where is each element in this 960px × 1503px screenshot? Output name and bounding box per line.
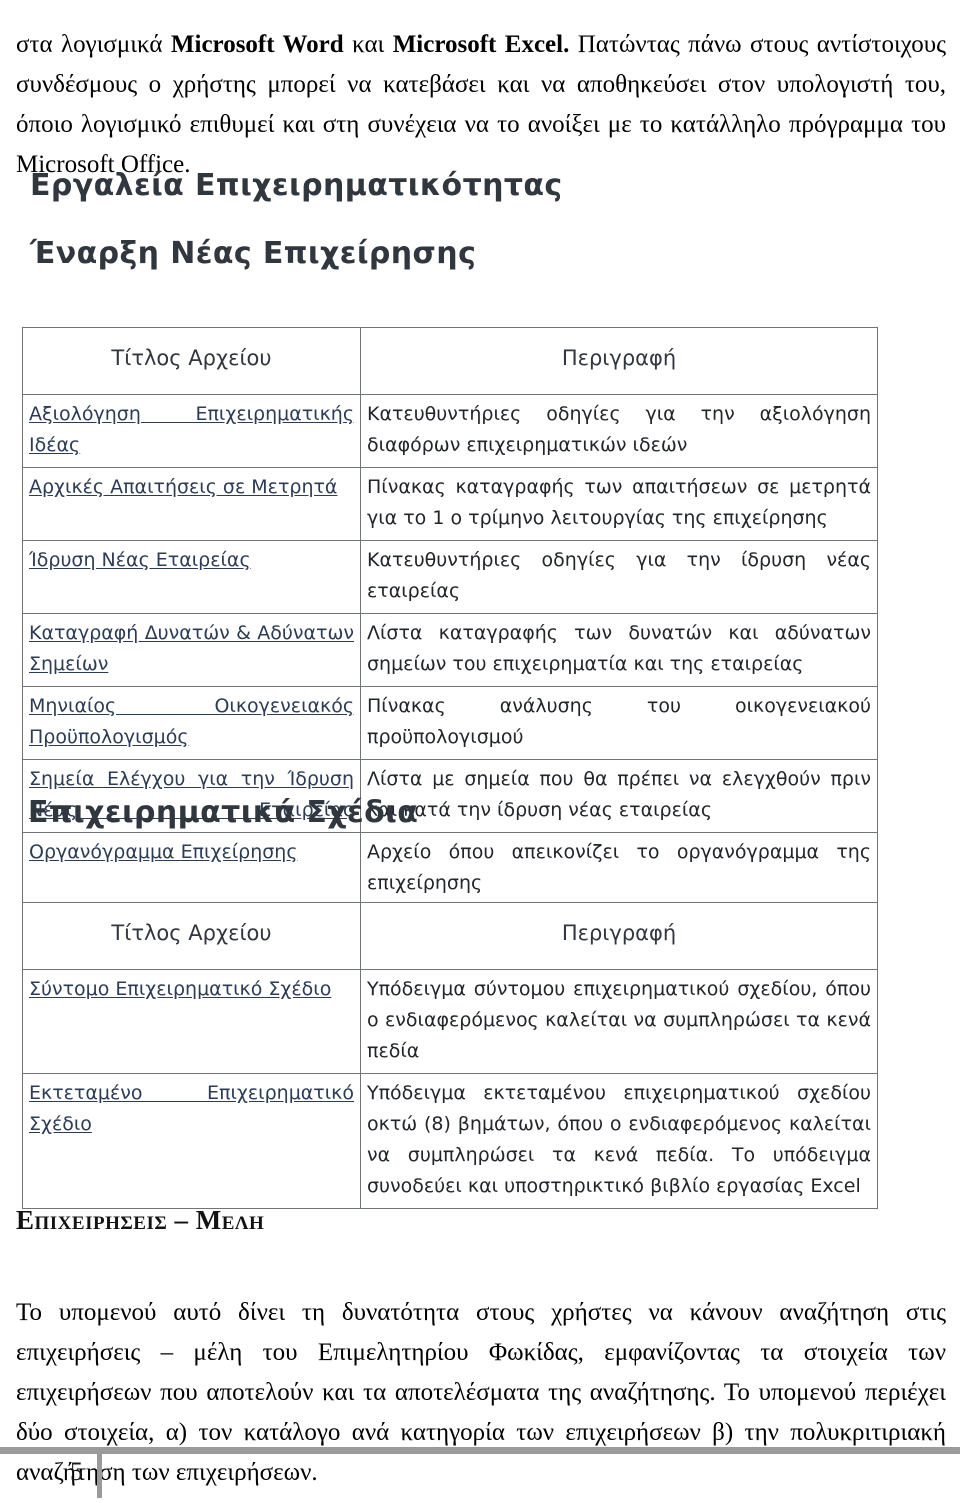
file-description: Υπόδειγμα εκτεταμένου επιχειρηματικού σχ…: [360, 1073, 878, 1209]
file-title-link[interactable]: Μηνιαίος Οικογενειακός Προϋπολογισμός: [22, 686, 361, 760]
file-description: Λίστα καταγραφής των δυνατών και αδύνατω…: [360, 613, 878, 687]
file-description: Κατευθυντήριες οδηγίες για την ίδρυση νέ…: [360, 540, 878, 614]
table-row: Οργανόγραμμα Επιχείρησης Αρχείο όπου απε…: [22, 832, 878, 906]
intro-bold-excel: Microsoft Excel.: [392, 31, 570, 58]
file-description: Λίστα με σημεία που θα πρέπει να ελεγχθο…: [360, 759, 878, 833]
file-title-link[interactable]: Καταγραφή Δυνατών & Αδύνατων Σημείων: [22, 613, 361, 687]
file-description: Κατευθυντήριες οδηγίες για την αξιολόγησ…: [360, 394, 878, 468]
page-number: 5: [70, 1457, 83, 1486]
column-header-title: Τίτλος Αρχείου: [22, 327, 361, 395]
file-description: Αρχείο όπου απεικονίζει το οργανόγραμμα …: [360, 832, 878, 906]
file-description: Πίνακας ανάλυσης του οικογενειακού προϋπ…: [360, 686, 878, 760]
document-page: στα λογισμικά Microsoft Word και Microso…: [0, 0, 960, 1503]
table-row: Ίδρυση Νέας Εταιρείας Κατευθυντήριες οδη…: [22, 540, 878, 614]
footer-vertical-rule: [97, 1450, 102, 1498]
intro-text-prefix: στα λογισμικά: [16, 31, 171, 58]
file-title-link[interactable]: Εκτεταμένο Επιχειρηματικό Σχέδιο: [22, 1073, 361, 1209]
table-header-row: Τίτλος Αρχείου Περιγραφή: [22, 327, 878, 395]
file-title-link[interactable]: Σύντομο Επιχειρηματικό Σχέδιο: [22, 969, 361, 1074]
intro-text-mid: και: [343, 31, 393, 58]
table-row: Σύντομο Επιχειρηματικό Σχέδιο Υπόδειγμα …: [22, 969, 878, 1074]
footer-divider: [0, 1447, 960, 1454]
closing-paragraph: Το υπομενού αυτό δίνει τη δυνατότητα στο…: [16, 1299, 946, 1486]
table-row: Αξιολόγηση Επιχειρηματικής Ιδέας Κατευθυ…: [22, 394, 878, 468]
screenshot-heading-business-plans: Επιχειρηματικά Σχέδια: [28, 795, 419, 830]
screenshot-heading-tools: Εργαλεία Επιχειρηματικότητας: [30, 168, 563, 203]
section-heading-businesses-members: Επιχειρησεις – Μελη: [16, 1205, 265, 1236]
file-title-link[interactable]: Ίδρυση Νέας Εταιρείας: [22, 540, 361, 614]
file-description: Πίνακας καταγραφής των απαιτήσεων σε μετ…: [360, 467, 878, 541]
table-row: Εκτεταμένο Επιχειρηματικό Σχέδιο Υπόδειγ…: [22, 1073, 878, 1209]
file-title-link[interactable]: Οργανόγραμμα Επιχείρησης: [22, 832, 361, 906]
table-row: Καταγραφή Δυνατών & Αδύνατων Σημείων Λίσ…: [22, 613, 878, 687]
column-header-title: Τίτλος Αρχείου: [22, 902, 361, 970]
file-title-link[interactable]: Αξιολόγηση Επιχειρηματικής Ιδέας: [22, 394, 361, 468]
file-title-link[interactable]: Αρχικές Απαιτήσεις σε Μετρητά: [22, 467, 361, 541]
table-row: Αρχικές Απαιτήσεις σε Μετρητά Πίνακας κα…: [22, 467, 878, 541]
column-header-description: Περιγραφή: [360, 902, 878, 970]
file-description: Υπόδειγμα σύντομου επιχειρηματικού σχεδί…: [360, 969, 878, 1074]
intro-paragraph: στα λογισμικά Microsoft Word και Microso…: [16, 25, 946, 185]
screenshot-heading-new-business: Έναρξη Νέας Επιχείρησης: [30, 236, 477, 271]
intro-bold-word: Microsoft Word: [170, 31, 344, 58]
column-header-description: Περιγραφή: [360, 327, 878, 395]
table-row: Μηνιαίος Οικογενειακός Προϋπολογισμός Πί…: [22, 686, 878, 760]
table-header-row: Τίτλος Αρχείου Περιγραφή: [22, 902, 878, 970]
business-plans-table: Τίτλος Αρχείου Περιγραφή Σύντομο Επιχειρ…: [22, 902, 878, 1209]
